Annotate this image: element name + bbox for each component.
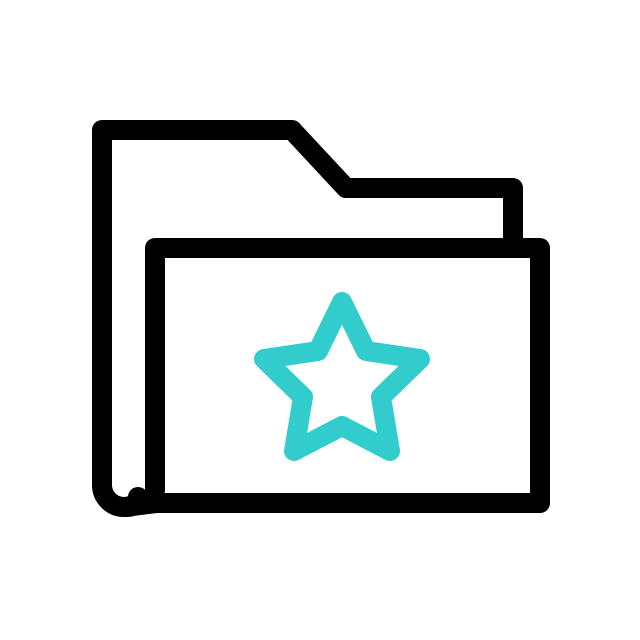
star-icon — [254, 292, 430, 461]
icon-canvas — [0, 0, 640, 640]
favorite-folder-icon — [92, 120, 550, 517]
folder-front-icon — [125, 238, 550, 513]
